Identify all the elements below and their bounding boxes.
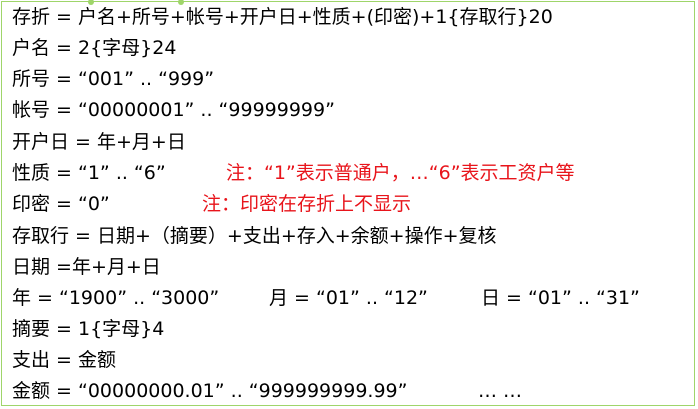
rule-account-name: 户名 = 2{字母}24 [12,33,176,63]
rule-expense: 支出 = 金额 [12,345,116,375]
rule-text-day: 日 = “01” .. “31” [481,287,640,309]
rule-text: 开户日 = 年+月+日 [12,131,186,153]
rule-amount: 金额 = “00000000.01” .. “999999999.99” … … [12,376,522,406]
rule-transaction-line: 存取行 = 日期+（摘要）+支出+存入+余额+操作+复核 [12,221,497,251]
rule-text: 日期 =年+月+日 [12,256,161,278]
rule-text: 户名 = 2{字母}24 [12,37,177,59]
rule-summary: 摘要 = 1{字母}4 [12,314,164,344]
rule-date: 日期 =年+月+日 [12,252,161,282]
rule-text: 存折 = 户名+所号+帐号+开户日+性质+(印密)+1{存取行}20 [12,6,553,28]
rule-account-type: 性质 = “1” .. “6” 注：“1”表示普通户，…“6”表示工资户等 [12,158,575,188]
rule-text: 摘要 = 1{字母}4 [12,318,165,340]
rule-open-date: 开户日 = 年+月+日 [12,127,186,157]
rule-text: 支出 = 金额 [12,349,116,371]
rule-text: 存取行 = 日期+（摘要）+支出+存入+余额+操作+复核 [12,225,497,247]
rule-passbook: 存折 = 户名+所号+帐号+开户日+性质+(印密)+1{存取行}20 [12,2,553,32]
rule-note: 注：印密在存折上不显示 [202,193,412,215]
rule-text: 印密 = “0” [12,193,110,215]
rule-password: 印密 = “0” 注：印密在存折上不显示 [12,189,411,219]
rule-text: 帐号 = “00000001” .. “99999999” [12,99,335,121]
rule-year-month-day: 年 = “1900” .. “3000” 月 = “01” .. “12” 日 … [12,283,640,313]
rule-text: 年 = “1900” .. “3000” [12,287,220,309]
rule-text-month: 月 = “01” .. “12” [269,287,428,309]
rule-branch-number: 所号 = “001” .. “999” [12,64,214,94]
continuation-ellipsis: … … [478,380,523,402]
rule-account-number: 帐号 = “00000001” .. “99999999” [12,95,335,125]
rule-text: 性质 = “1” .. “6” [12,162,166,184]
rule-text: 金额 = “00000000.01” .. “999999999.99” [12,380,408,402]
rule-note: 注：“1”表示普通户，…“6”表示工资户等 [226,162,575,184]
rule-text: 所号 = “001” .. “999” [12,68,215,90]
